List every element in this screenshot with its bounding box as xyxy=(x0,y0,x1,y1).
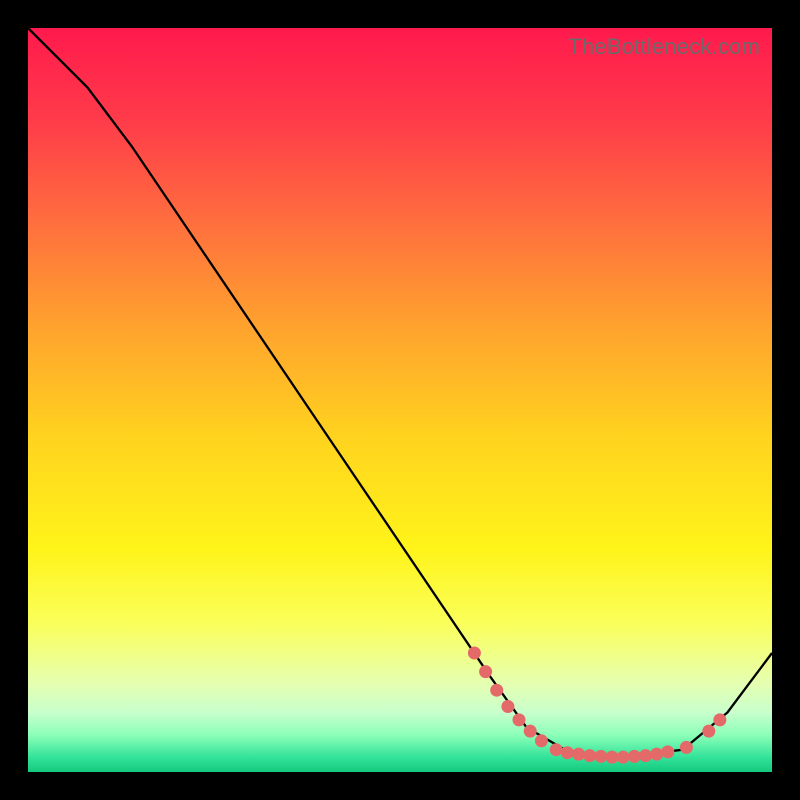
chart-svg xyxy=(28,28,772,772)
data-marker xyxy=(639,749,652,762)
data-marker xyxy=(501,700,514,713)
data-marker xyxy=(468,647,481,660)
data-marker xyxy=(479,665,492,678)
data-marker xyxy=(650,748,663,761)
data-marker xyxy=(561,746,574,759)
data-marker xyxy=(490,684,503,697)
data-marker xyxy=(524,725,537,738)
data-marker xyxy=(661,745,674,758)
markers-group xyxy=(468,647,727,764)
curve-line xyxy=(28,28,772,757)
data-marker xyxy=(535,734,548,747)
data-marker xyxy=(628,750,641,763)
data-marker xyxy=(572,748,585,761)
chart-canvas: TheBottleneck.com xyxy=(0,0,800,800)
data-marker xyxy=(680,741,693,754)
plot-area: TheBottleneck.com xyxy=(28,28,772,772)
data-marker xyxy=(513,713,526,726)
data-marker xyxy=(550,743,563,756)
data-marker xyxy=(702,725,715,738)
data-marker xyxy=(617,751,630,764)
data-marker xyxy=(606,751,619,764)
data-marker xyxy=(583,749,596,762)
data-marker xyxy=(713,713,726,726)
data-marker xyxy=(594,750,607,763)
